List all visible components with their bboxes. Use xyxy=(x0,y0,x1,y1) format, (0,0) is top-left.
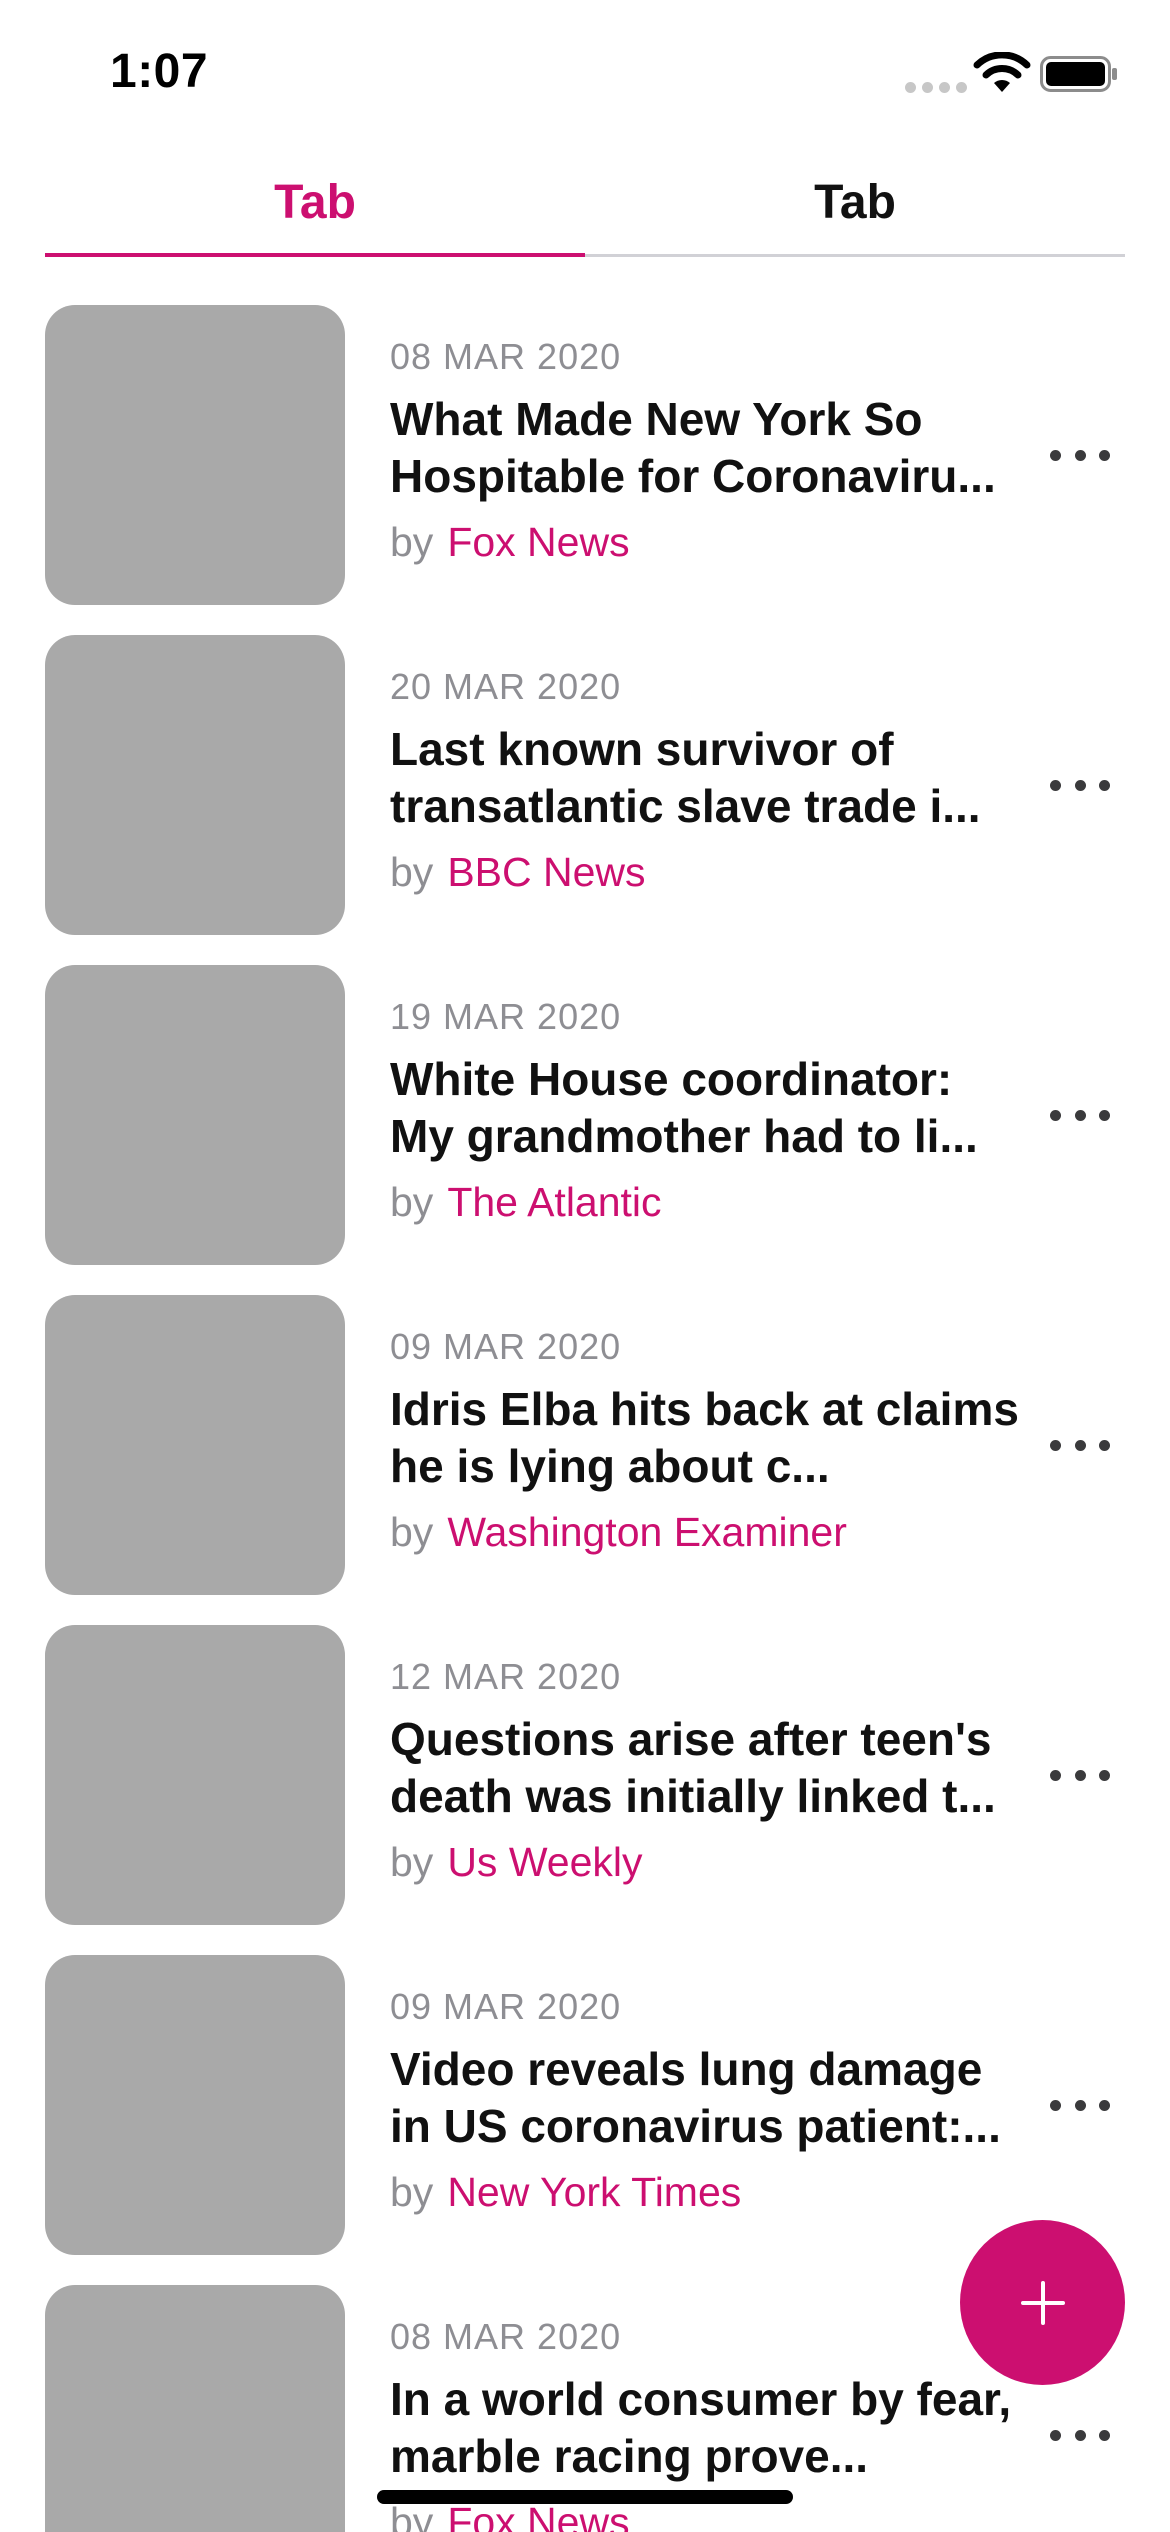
article-thumbnail xyxy=(45,1625,345,1925)
more-options-icon[interactable] xyxy=(1050,2085,1110,2125)
article-title: In a world consumer by fear, marble raci… xyxy=(390,2373,1012,2482)
article-row[interactable]: 09 MAR 2020 Idris Elba hits back at clai… xyxy=(0,1295,1170,1625)
home-indicator[interactable] xyxy=(377,2490,793,2504)
article-source-link[interactable]: Us Weekly xyxy=(447,1839,642,1885)
article-date: 19 MAR 2020 xyxy=(390,996,622,1037)
more-options-icon[interactable] xyxy=(1050,1095,1110,1135)
more-options-icon[interactable] xyxy=(1050,2415,1110,2455)
byline-prefix: by xyxy=(390,2169,434,2215)
article-row[interactable]: 19 MAR 2020 White House coordinator: My … xyxy=(0,965,1170,1295)
battery-icon xyxy=(1040,56,1117,92)
status-bar: 1:07 xyxy=(0,0,1170,150)
article-meta: 12 MAR 2020 Questions arise after teen's… xyxy=(390,1655,1020,1887)
article-title: Video reveals lung damage in US coronavi… xyxy=(390,2043,1001,2152)
screen: 1:07 Tab Tab 08 MAR 2020 What Made New Y… xyxy=(0,0,1170,2532)
tab-indicator xyxy=(45,253,585,257)
tab-second[interactable]: Tab xyxy=(585,150,1125,254)
article-source-link[interactable]: BBC News xyxy=(447,849,645,895)
article-row[interactable]: 08 MAR 2020 What Made New York So Hospit… xyxy=(0,305,1170,635)
plus-icon xyxy=(1020,2280,1065,2325)
byline-prefix: by xyxy=(390,1179,434,1225)
article-source-link[interactable]: New York Times xyxy=(447,2169,741,2215)
article-thumbnail xyxy=(45,1955,345,2255)
article-byline: by The Atlantic xyxy=(390,1177,1020,1227)
article-thumbnail xyxy=(45,305,345,605)
article-row[interactable]: 20 MAR 2020 Last known survivor of trans… xyxy=(0,635,1170,965)
cellular-signal-icon xyxy=(905,82,967,93)
article-meta: 09 MAR 2020 Video reveals lung damage in… xyxy=(390,1985,1020,2217)
wifi-icon xyxy=(973,52,1031,92)
article-meta: 08 MAR 2020 What Made New York So Hospit… xyxy=(390,335,1020,567)
more-options-icon[interactable] xyxy=(1050,435,1110,475)
article-meta: 09 MAR 2020 Idris Elba hits back at clai… xyxy=(390,1325,1020,1557)
tab-first[interactable]: Tab xyxy=(45,150,585,254)
article-list: 08 MAR 2020 What Made New York So Hospit… xyxy=(0,305,1170,2532)
article-title: Idris Elba hits back at claims he is lyi… xyxy=(390,1383,1019,1492)
byline-prefix: by xyxy=(390,519,434,565)
article-title: Last known survivor of transatlantic sla… xyxy=(390,723,981,832)
article-title: What Made New York So Hospitable for Cor… xyxy=(390,393,996,502)
article-thumbnail xyxy=(45,965,345,1265)
byline-prefix: by xyxy=(390,1509,434,1555)
article-byline: by Fox News xyxy=(390,517,1020,567)
article-source-link[interactable]: Fox News xyxy=(447,519,629,565)
article-row[interactable]: 12 MAR 2020 Questions arise after teen's… xyxy=(0,1625,1170,1955)
article-thumbnail xyxy=(45,1295,345,1595)
add-article-button[interactable] xyxy=(960,2220,1125,2385)
article-meta: 20 MAR 2020 Last known survivor of trans… xyxy=(390,665,1020,897)
article-date: 08 MAR 2020 xyxy=(390,2316,622,2357)
tab-bar: Tab Tab xyxy=(45,150,1125,260)
byline-prefix: by xyxy=(390,849,434,895)
more-options-icon[interactable] xyxy=(1050,765,1110,805)
article-meta: 19 MAR 2020 White House coordinator: My … xyxy=(390,995,1020,1227)
byline-prefix: by xyxy=(390,1839,434,1885)
article-date: 12 MAR 2020 xyxy=(390,1656,622,1697)
article-thumbnail xyxy=(45,2285,345,2532)
article-thumbnail xyxy=(45,635,345,935)
article-title: White House coordinator: My grandmother … xyxy=(390,1053,978,1162)
article-byline: by New York Times xyxy=(390,2167,1020,2217)
article-byline: by Us Weekly xyxy=(390,1837,1020,1887)
article-date: 20 MAR 2020 xyxy=(390,666,622,707)
more-options-icon[interactable] xyxy=(1050,1755,1110,1795)
article-source-link[interactable]: Washington Examiner xyxy=(447,1509,847,1555)
article-byline: by Washington Examiner xyxy=(390,1507,1020,1557)
article-source-link[interactable]: The Atlantic xyxy=(447,1179,661,1225)
article-date: 08 MAR 2020 xyxy=(390,336,622,377)
article-date: 09 MAR 2020 xyxy=(390,1326,622,1367)
article-date: 09 MAR 2020 xyxy=(390,1986,622,2027)
more-options-icon[interactable] xyxy=(1050,1425,1110,1465)
article-title: Questions arise after teen's death was i… xyxy=(390,1713,996,1822)
status-time: 1:07 xyxy=(110,45,209,98)
article-byline: by BBC News xyxy=(390,847,1020,897)
